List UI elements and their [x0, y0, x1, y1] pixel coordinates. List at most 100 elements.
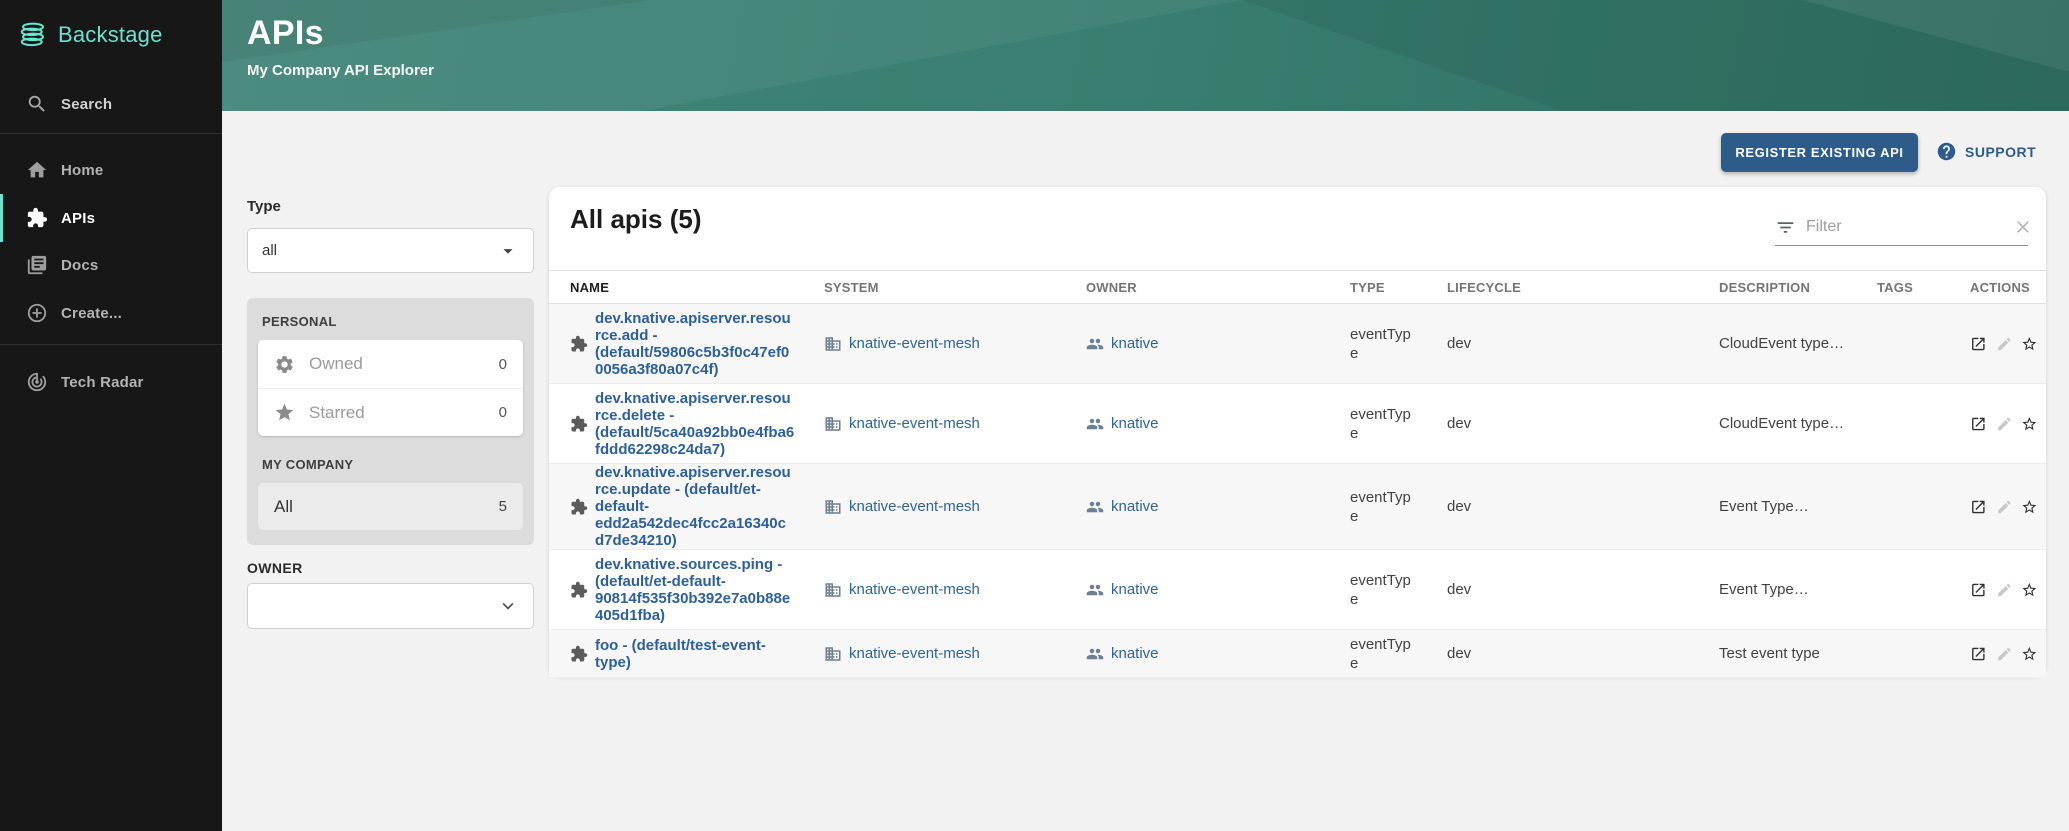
- system-link[interactable]: knative-event-mesh: [849, 645, 980, 662]
- app-root: Backstage Search Home APIs Docs Create..…: [0, 0, 2069, 831]
- filter-item-all[interactable]: All 5: [258, 483, 523, 530]
- owner-group-icon: [1086, 498, 1104, 516]
- backstage-logo[interactable]: Backstage: [18, 20, 163, 50]
- column-header-actions: ACTIONS: [1949, 271, 2046, 304]
- view-api-icon[interactable]: [1970, 497, 1987, 517]
- type-cell: eventType: [1329, 384, 1426, 464]
- api-name-link[interactable]: foo - (default/test-event-type): [595, 637, 795, 671]
- column-header-lifecycle[interactable]: LIFECYCLE: [1426, 271, 1698, 304]
- table-filter: [1775, 209, 2028, 246]
- type-cell: eventType: [1329, 304, 1426, 384]
- plus-circle-icon: [26, 302, 48, 324]
- sidebar-item-search[interactable]: Search: [0, 80, 222, 128]
- table-row[interactable]: dev.knative.apiserver.resource.update - …: [549, 464, 2046, 550]
- system-icon: [824, 335, 842, 353]
- api-name-link[interactable]: dev.knative.apiserver.resource.add - (de…: [595, 310, 795, 378]
- sidebar-item-label: Search: [61, 96, 112, 113]
- clear-filter-icon[interactable]: [2013, 217, 2033, 237]
- edit-icon[interactable]: [1996, 580, 2013, 600]
- radar-icon: [26, 371, 48, 393]
- table-row[interactable]: dev.knative.apiserver.resource.add - (de…: [549, 304, 2046, 384]
- filter-item-count: 5: [499, 498, 507, 515]
- owner-group-icon: [1086, 415, 1104, 433]
- system-link[interactable]: knative-event-mesh: [849, 498, 980, 515]
- sidebar-item-home[interactable]: Home: [0, 146, 222, 194]
- owner-link[interactable]: knative: [1111, 581, 1159, 598]
- system-link[interactable]: knative-event-mesh: [849, 415, 980, 432]
- sidebar-divider: [0, 344, 222, 345]
- page-header: APIs My Company API Explorer: [222, 0, 2069, 111]
- owner-link[interactable]: knative: [1111, 335, 1159, 352]
- sidebar-item-apis[interactable]: APIs: [0, 194, 222, 242]
- column-header-tags[interactable]: TAGS: [1856, 271, 1949, 304]
- type-select[interactable]: all: [247, 228, 534, 273]
- header-wave-decoration: [222, 0, 2069, 111]
- edit-icon[interactable]: [1996, 414, 2013, 434]
- owner-select[interactable]: [247, 583, 534, 629]
- type-cell: eventType: [1329, 464, 1426, 550]
- filter-item-label: Starred: [309, 403, 499, 423]
- star-toggle-icon[interactable]: [2021, 414, 2038, 434]
- owner-link[interactable]: knative: [1111, 498, 1159, 515]
- tags-cell: [1856, 464, 1949, 550]
- star-toggle-icon[interactable]: [2021, 644, 2038, 664]
- api-kind-icon: [570, 335, 588, 353]
- api-name-link[interactable]: dev.knative.apiserver.resource.update - …: [595, 464, 795, 549]
- personal-filter-card: Owned 0 Starred 0: [258, 340, 523, 436]
- table-filter-input[interactable]: [1806, 218, 2013, 236]
- view-api-icon[interactable]: [1970, 580, 1987, 600]
- register-existing-api-button[interactable]: REGISTER EXISTING API: [1721, 133, 1918, 172]
- star-toggle-icon[interactable]: [2021, 580, 2038, 600]
- api-name-link[interactable]: dev.knative.sources.ping - (default/et-d…: [595, 556, 795, 624]
- table-row[interactable]: dev.knative.apiserver.resource.delete - …: [549, 384, 2046, 464]
- support-button[interactable]: SUPPORT: [1936, 141, 2036, 162]
- owner-group-icon: [1086, 335, 1104, 353]
- column-header-type[interactable]: TYPE: [1329, 271, 1426, 304]
- lifecycle-cell: dev: [1426, 464, 1698, 550]
- sidebar-item-docs[interactable]: Docs: [0, 241, 222, 289]
- sidebar-item-label: Tech Radar: [61, 374, 144, 391]
- edit-icon[interactable]: [1996, 644, 2013, 664]
- view-api-icon[interactable]: [1970, 644, 1987, 664]
- tags-cell: [1856, 630, 1949, 678]
- owner-link[interactable]: knative: [1111, 645, 1159, 662]
- filter-item-starred[interactable]: Starred 0: [258, 388, 523, 436]
- company-section-header: MY COMPANY: [262, 457, 523, 472]
- sidebar-item-create[interactable]: Create...: [0, 289, 222, 337]
- column-header-description[interactable]: DESCRIPTION: [1698, 271, 1856, 304]
- system-icon: [824, 581, 842, 599]
- api-name-link[interactable]: dev.knative.apiserver.resource.delete - …: [595, 390, 795, 458]
- backstage-logo-icon: [18, 20, 48, 50]
- tags-cell: [1856, 304, 1949, 384]
- api-kind-icon: [570, 645, 588, 663]
- filter-item-count: 0: [499, 356, 507, 373]
- description-cell: Event Type…: [1698, 550, 1856, 630]
- sidebar-item-label: Home: [61, 162, 103, 179]
- view-api-icon[interactable]: [1970, 334, 1987, 354]
- docs-icon: [26, 254, 48, 276]
- column-header-name[interactable]: NAME: [549, 271, 803, 304]
- api-kind-icon: [570, 498, 588, 516]
- table-row[interactable]: dev.knative.sources.ping - (default/et-d…: [549, 550, 2046, 630]
- column-header-owner[interactable]: OWNER: [1065, 271, 1329, 304]
- system-link[interactable]: knative-event-mesh: [849, 335, 980, 352]
- star-toggle-icon[interactable]: [2021, 497, 2038, 517]
- puzzle-icon: [26, 207, 48, 229]
- logo-text: Backstage: [58, 22, 163, 48]
- catalog-filter-panel: PERSONAL Owned 0 Starred 0 MY COMPANY Al…: [247, 298, 534, 545]
- column-header-system[interactable]: SYSTEM: [803, 271, 1065, 304]
- chevron-down-icon: [497, 595, 519, 617]
- edit-icon[interactable]: [1996, 497, 2013, 517]
- table-header-row: NAME SYSTEM OWNER TYPE LIFECYCLE DESCRIP…: [549, 271, 2046, 304]
- view-api-icon[interactable]: [1970, 414, 1987, 434]
- filter-item-owned[interactable]: Owned 0: [258, 340, 523, 388]
- type-cell: eventType: [1329, 630, 1426, 678]
- table-row[interactable]: foo - (default/test-event-type) knative-…: [549, 630, 2046, 678]
- owner-link[interactable]: knative: [1111, 415, 1159, 432]
- lifecycle-cell: dev: [1426, 304, 1698, 384]
- star-toggle-icon[interactable]: [2021, 334, 2038, 354]
- description-cell: Event Type…: [1698, 464, 1856, 550]
- system-link[interactable]: knative-event-mesh: [849, 581, 980, 598]
- edit-icon[interactable]: [1996, 334, 2013, 354]
- sidebar-item-tech-radar[interactable]: Tech Radar: [0, 358, 222, 406]
